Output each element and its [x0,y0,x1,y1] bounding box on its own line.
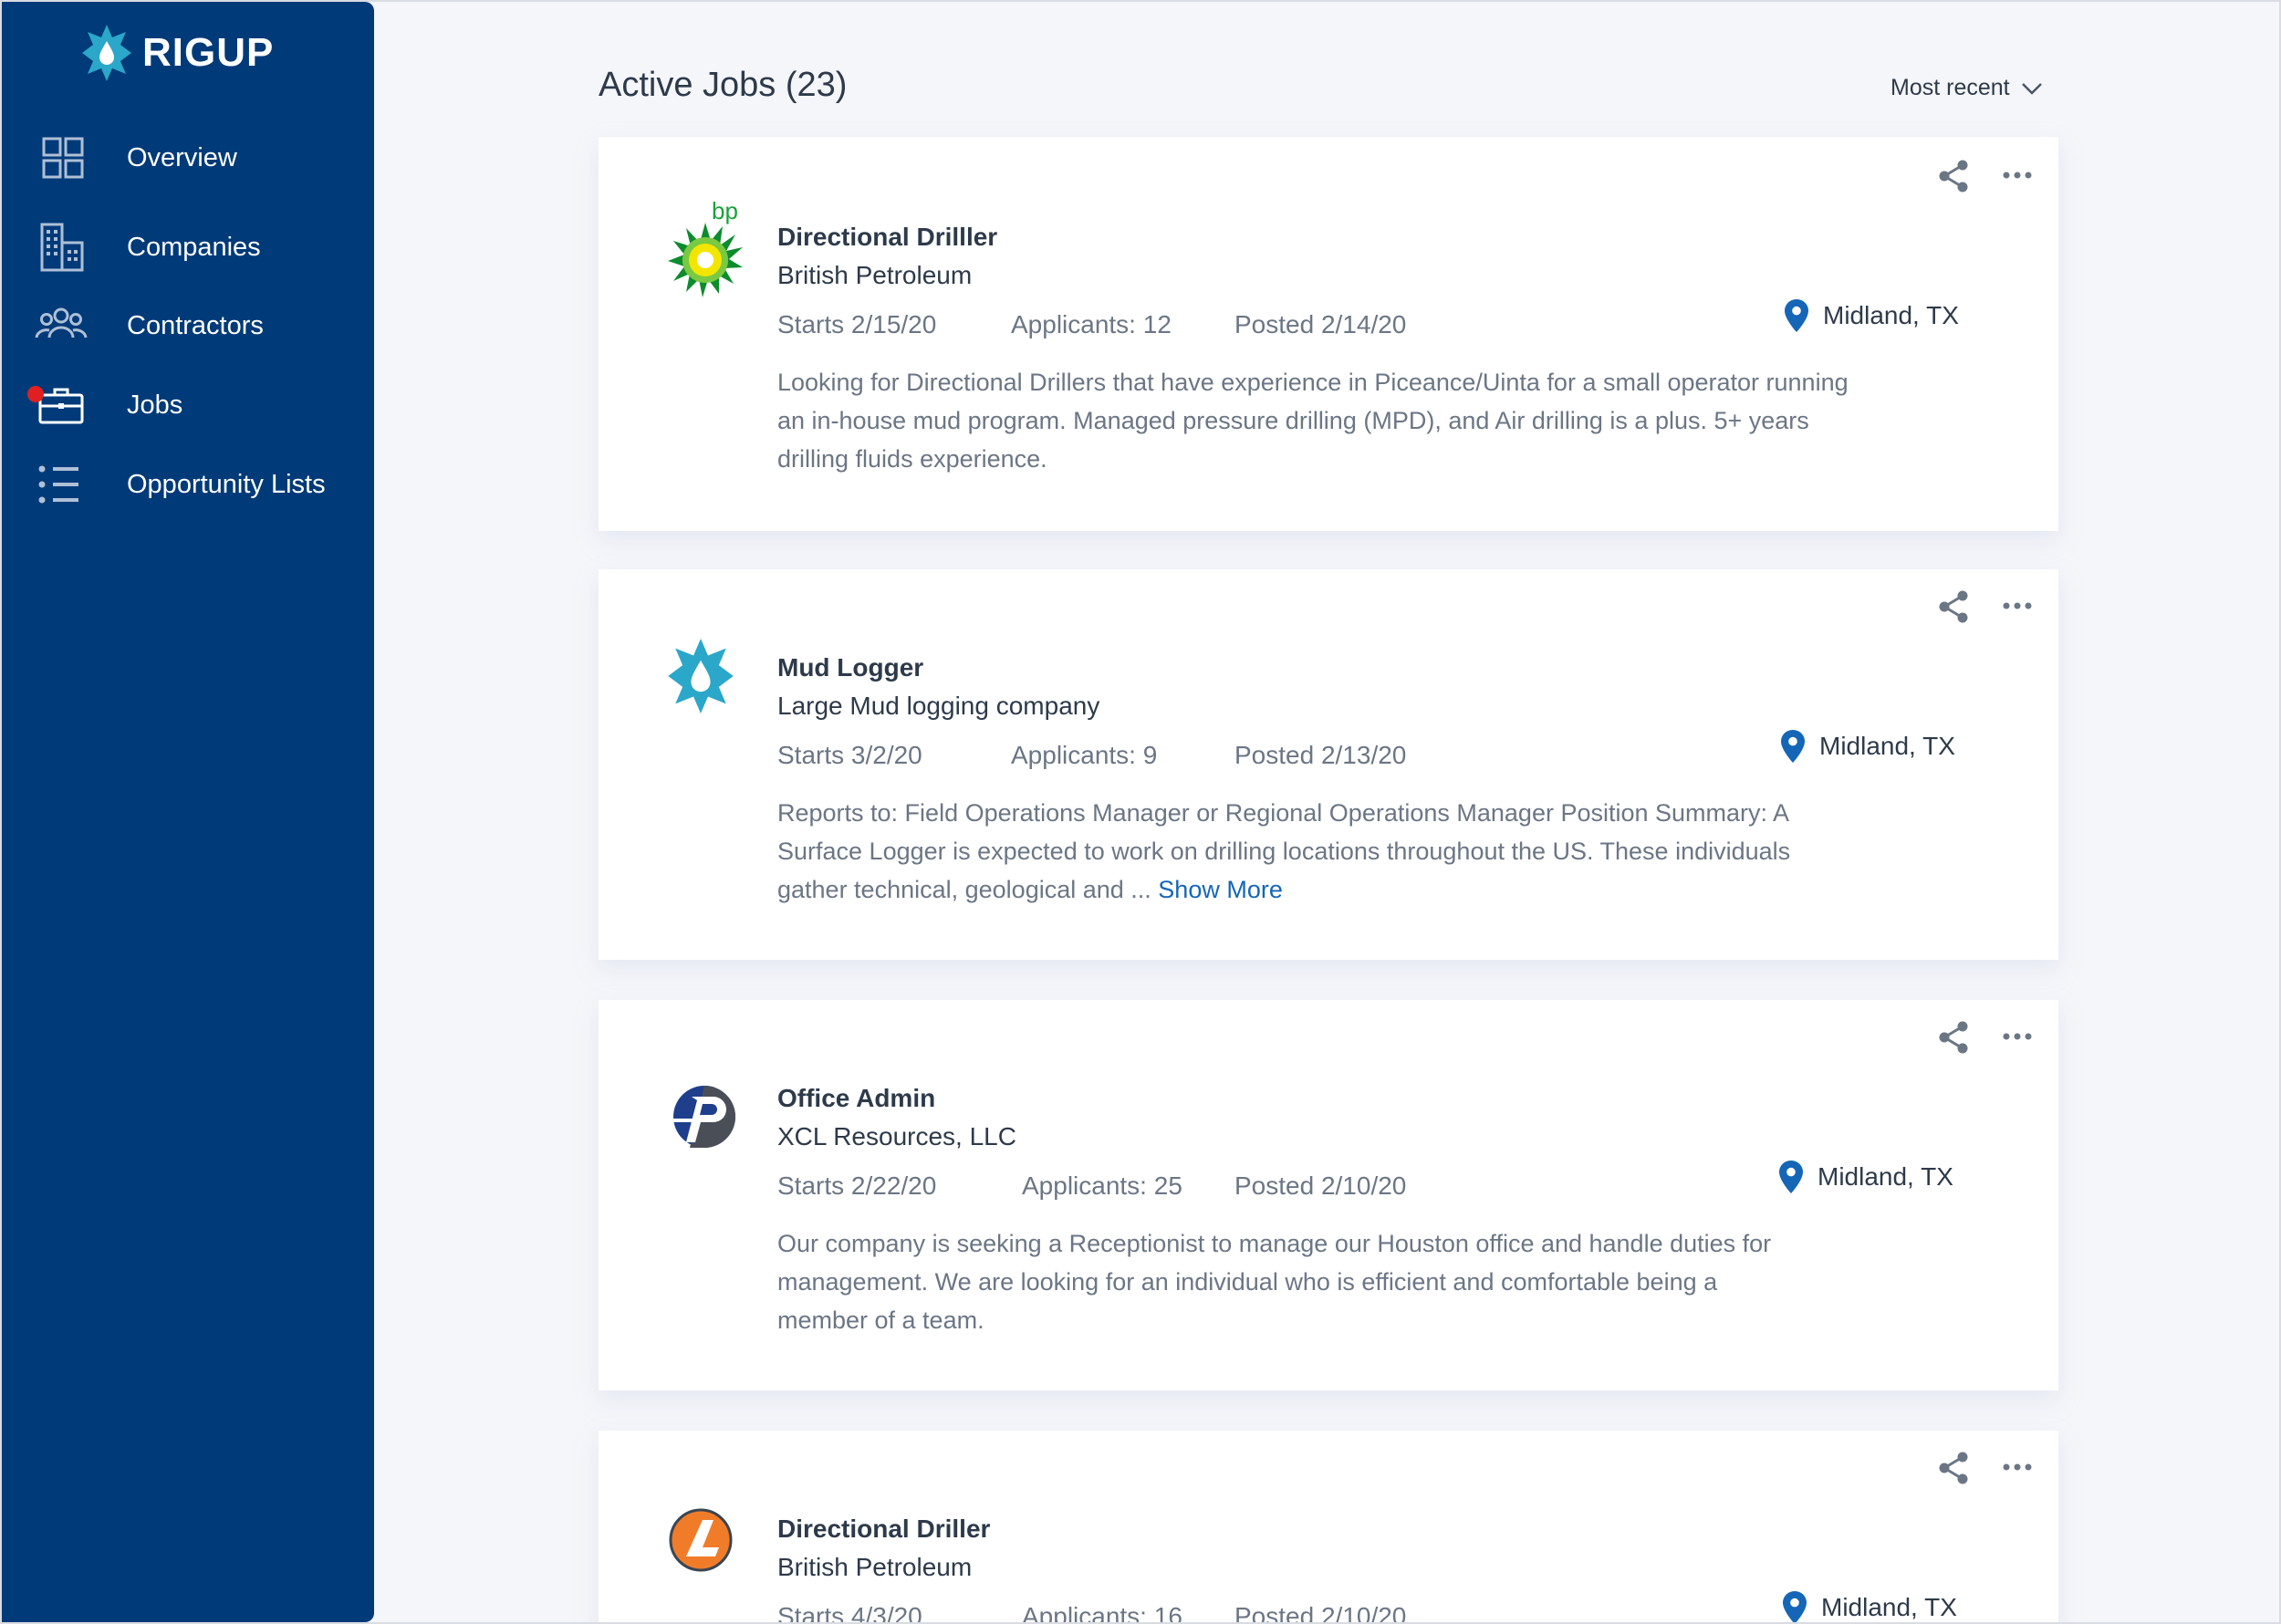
sidebar-item-label: Overview [127,142,237,172]
rigup-gear-icon [82,25,131,81]
location-pin-icon [1781,730,1805,763]
people-icon [35,307,88,338]
location-text: Midland, TX [1819,732,1955,760]
location-text: Midland, TX [1821,1593,1957,1621]
location-pin-icon [1779,1161,1803,1193]
job-card[interactable]: bp Directional Drilller British Petroleu… [599,137,2058,531]
notification-dot [27,386,44,402]
more-options-icon[interactable] [2002,1462,2033,1473]
job-title[interactable]: Mud Logger [777,653,923,682]
job-title[interactable]: Directional Drilller [777,223,997,252]
share-icon[interactable] [1936,589,1971,624]
job-location: Midland, TX [1783,1591,1957,1624]
job-description: Looking for Directional Drillers that ha… [777,369,1849,473]
start-date: Starts 3/2/20 [777,741,922,769]
page-title: Active Jobs (23) [599,66,848,104]
sidebar-item-label: Companies [127,232,261,262]
job-description-text: Reports to: Field Operations Manager or … [777,799,1791,903]
rigup-gear-icon [668,639,734,713]
more-options-icon[interactable] [2002,170,2033,181]
more-options-icon[interactable] [2002,1031,2033,1042]
company-logo-l [668,1507,741,1608]
job-location: Midland, TX [1781,730,1955,763]
applicant-count: Applicants: 12 [1011,310,1172,338]
bp-helios-icon [668,223,743,297]
job-title[interactable]: Office Admin [777,1084,935,1113]
location-text: Midland, TX [1818,1162,1953,1191]
grid-icon [42,137,84,179]
sidebar-item-label: Opportunity Lists [127,469,326,499]
company-name: British Petroleum [777,1553,973,1581]
job-location: Midland, TX [1779,1161,1953,1193]
applicant-count: Applicants: 25 [1022,1171,1182,1200]
sidebar-item-label: Jobs [127,390,183,420]
location-pin-icon [1785,299,1808,332]
brand-name: RIGUP [142,30,275,75]
job-card[interactable]: Office Admin XCL Resources, LLC Starts 2… [599,1000,2058,1390]
share-icon[interactable] [1936,1451,1971,1485]
start-date: Starts 2/15/20 [777,310,937,338]
l-logo-icon [669,1508,733,1572]
posted-date: Posted 2/13/20 [1234,741,1407,769]
applicant-count: Applicants: 9 [1011,741,1158,769]
job-location: Midland, TX [1785,299,1959,332]
rigup-logo[interactable]: RIGUP [82,24,274,82]
show-more-link[interactable]: Show More [1158,876,1283,903]
sidebar-item-label: Contractors [127,310,264,340]
company-logo-bp: bp [668,197,750,297]
posted-date: Posted 2/14/20 [1234,310,1407,338]
posted-date: Posted 2/10/20 [1234,1602,1407,1624]
chevron-down-icon [2021,82,2042,95]
job-title[interactable]: Directional Driller [777,1515,990,1544]
applicant-count: Applicants: 16 [1022,1602,1182,1624]
company-logo-xcl [668,1084,741,1184]
job-card[interactable]: Directional Driller British Petroleum St… [599,1431,2058,1624]
location-pin-icon [1783,1591,1807,1624]
sort-dropdown[interactable]: Most recent [1890,75,2043,101]
job-description: Reports to: Field Operations Manager or … [777,794,1808,909]
posted-date: Posted 2/10/20 [1234,1171,1407,1200]
sidebar: RIGUP Overview Companies Contractors Job… [2,2,374,1622]
sidebar-item-companies[interactable]: Companies [2,215,374,279]
company-name: British Petroleum [777,261,973,289]
sidebar-item-jobs[interactable]: Jobs [2,373,374,437]
start-date: Starts 4/3/20 [777,1602,922,1624]
building-icon [40,223,84,272]
job-card[interactable]: Mud Logger Large Mud logging company Sta… [599,569,2058,960]
sidebar-item-contractors[interactable]: Contractors [2,294,374,358]
company-logo-rigup [668,639,741,739]
logo-text: bp [712,197,738,224]
company-name: XCL Resources, LLC [777,1122,1016,1150]
sidebar-item-overview[interactable]: Overview [2,126,374,190]
briefcase-icon [38,388,84,424]
sort-label: Most recent [1890,75,2010,100]
xcl-logo-icon [672,1086,735,1148]
sidebar-item-opportunity-lists[interactable]: Opportunity Lists [2,453,374,516]
share-icon[interactable] [1936,159,1971,193]
company-name: Large Mud logging company [777,692,1100,720]
start-date: Starts 2/22/20 [777,1171,937,1200]
share-icon[interactable] [1936,1020,1971,1055]
more-options-icon[interactable] [2002,600,2033,611]
list-icon [38,465,78,504]
job-description: Our company is seeking a Receptionist to… [777,1230,1772,1334]
location-text: Midland, TX [1823,301,1959,329]
